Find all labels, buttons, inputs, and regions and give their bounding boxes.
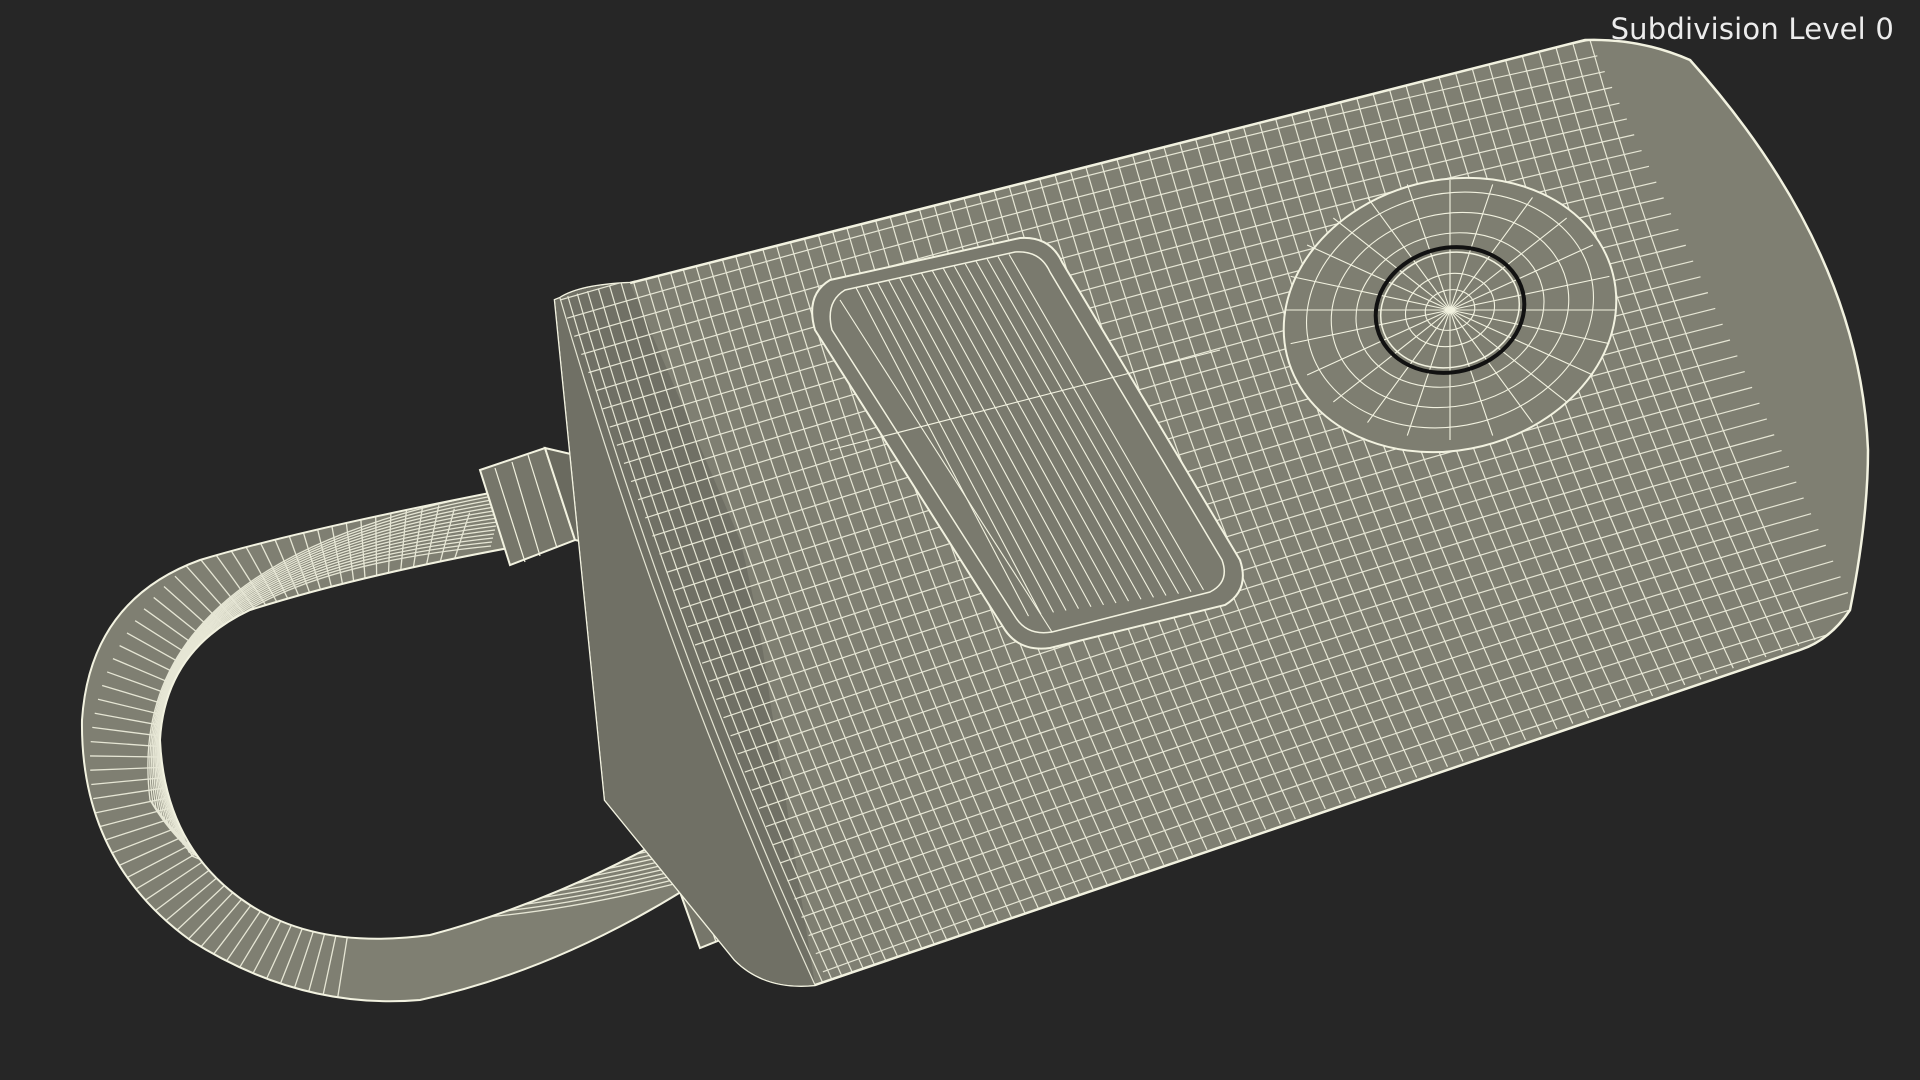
subdivision-level-label: Subdivision Level 0	[1610, 12, 1894, 46]
padlock-wireframe-icon	[80, 38, 1870, 1003]
render-viewport: Subdivision Level 0	[0, 0, 1920, 1080]
